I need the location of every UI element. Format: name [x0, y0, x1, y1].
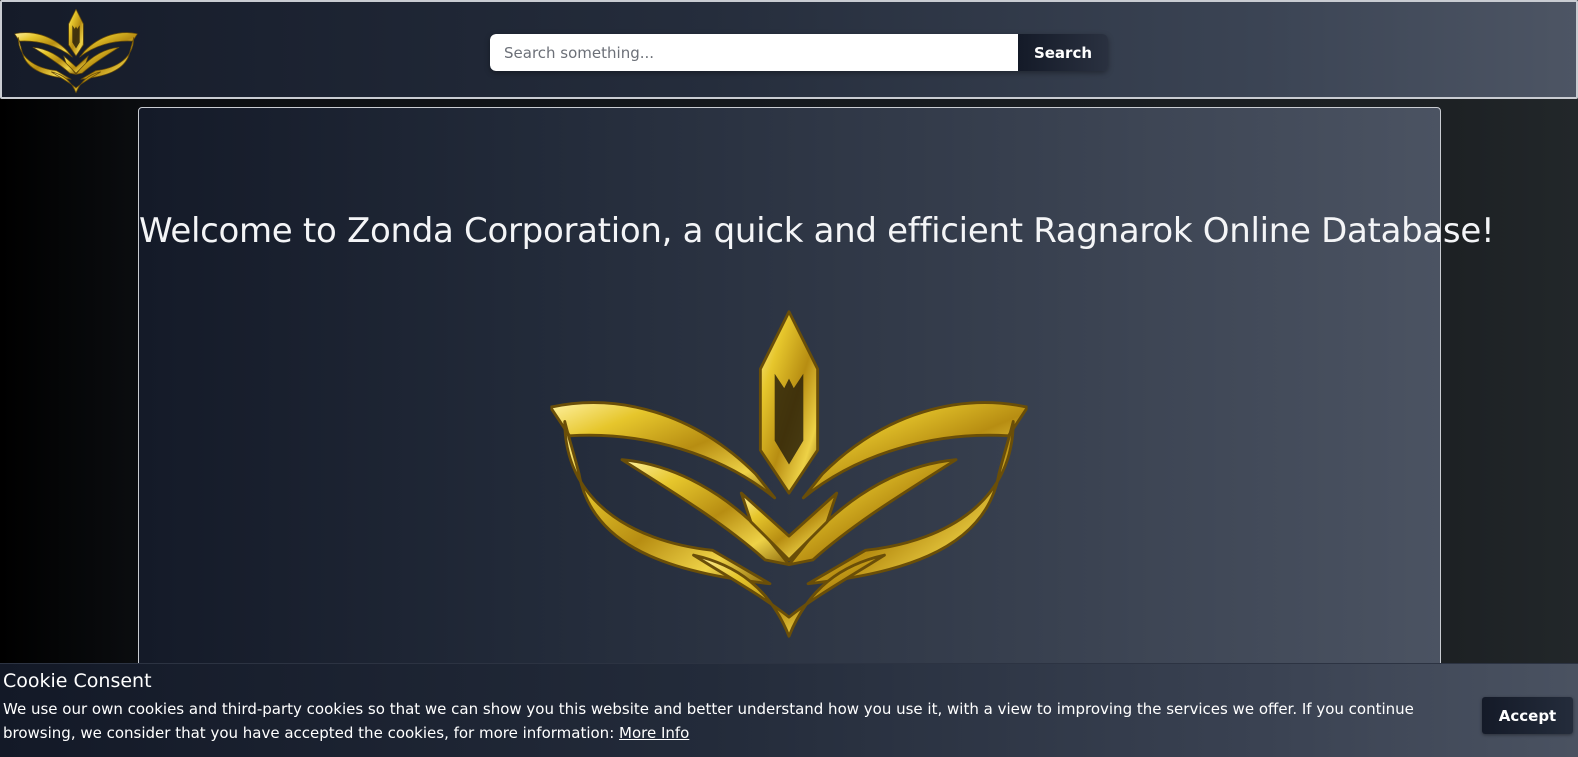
header-logo[interactable] [14, 8, 138, 94]
site-header: Search [0, 0, 1578, 99]
crest-logo-icon [543, 307, 1035, 641]
cookie-consent-title: Cookie Consent [3, 670, 152, 692]
search-input[interactable] [490, 34, 1018, 71]
cookie-consent-text: We use our own cookies and third-party c… [3, 697, 1443, 745]
welcome-title: Welcome to Zonda Corporation, a quick an… [139, 211, 1495, 251]
cookie-consent-message: We use our own cookies and third-party c… [3, 700, 1414, 742]
page: Search Welcome to Zonda Corporation, a q… [0, 0, 1578, 757]
welcome-card: Welcome to Zonda Corporation, a quick an… [138, 107, 1495, 677]
search-form: Search [490, 34, 1108, 71]
accept-cookies-button[interactable]: Accept [1482, 697, 1573, 734]
crest-logo-icon [14, 8, 138, 94]
more-info-link[interactable]: More Info [619, 724, 689, 742]
search-button[interactable]: Search [1018, 34, 1108, 71]
cookie-consent-banner: Cookie Consent We use our own cookies an… [0, 663, 1578, 757]
